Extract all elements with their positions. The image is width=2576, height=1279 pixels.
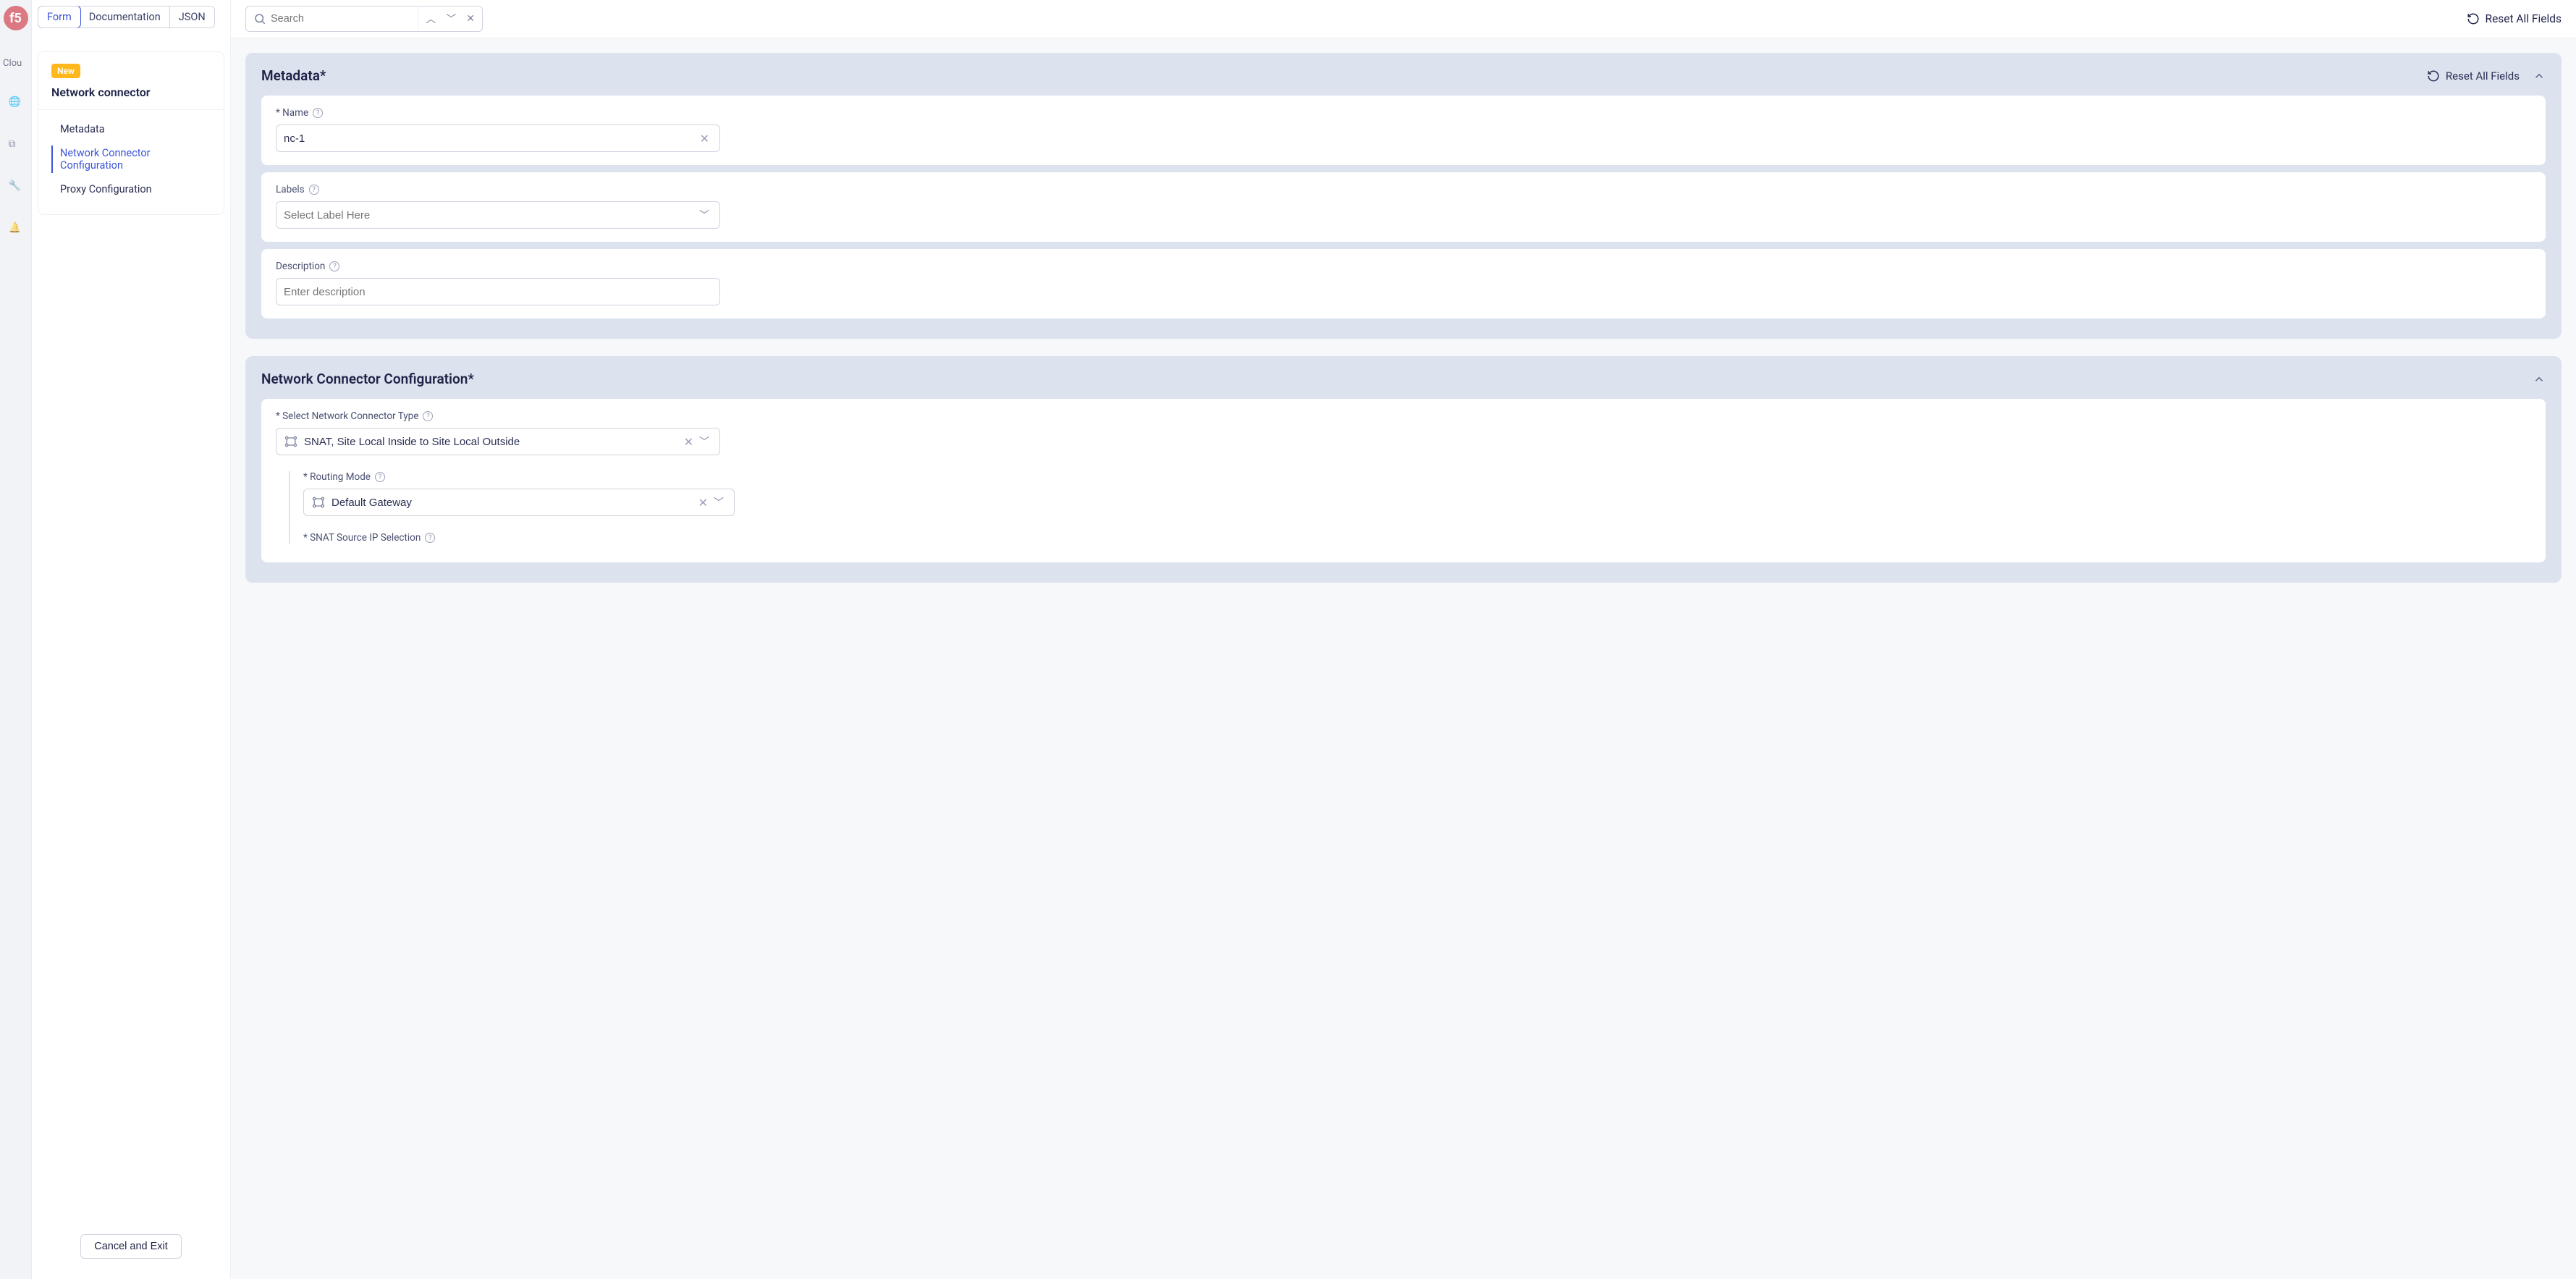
modal-panel: Form Documentation JSON New Network conn…	[32, 0, 2576, 1279]
bg-text: Clou	[0, 58, 31, 69]
clear-icon[interactable]: ✕	[697, 132, 712, 145]
routing-mode-select[interactable]: ✕ ﹀	[303, 489, 735, 516]
tab-form[interactable]: Form	[38, 6, 81, 28]
description-input-wrap[interactable]	[276, 278, 720, 305]
connector-type-label: * Select Network Connector Type ?	[276, 410, 2531, 422]
search-field[interactable]: ︿ ﹀ ✕	[245, 6, 483, 32]
routing-mode-value[interactable]	[331, 497, 696, 509]
left-column: Form Documentation JSON New Network conn…	[32, 0, 231, 1279]
reset-all-fields-metadata[interactable]: Reset All Fields	[2427, 69, 2520, 83]
new-badge: New	[51, 64, 80, 78]
background-app-sidebar: f5 Clou 🌐 ⧉ 🔧 🔔	[0, 0, 32, 1279]
card-description: Description ?	[261, 249, 2546, 318]
chevron-down-icon[interactable]: ﹀	[711, 495, 727, 510]
search-input[interactable]	[271, 13, 418, 25]
clear-icon[interactable]: ✕	[696, 496, 711, 510]
labels-label: Labels ?	[276, 184, 2531, 195]
nav-item-network-connector-configuration[interactable]: Network Connector Configuration	[38, 141, 224, 177]
topbar: ︿ ﹀ ✕ Reset All Fields	[231, 0, 2576, 38]
reset-label: Reset All Fields	[2446, 69, 2520, 83]
name-input-wrap[interactable]: ✕	[276, 124, 720, 152]
snat-source-label: * SNAT Source IP Selection ?	[303, 532, 2531, 544]
routing-mode-label: * Routing Mode ?	[303, 471, 2531, 483]
chevron-up-icon[interactable]	[2533, 373, 2546, 386]
card-labels: Labels ? ﹀	[261, 172, 2546, 242]
name-input[interactable]	[284, 132, 697, 145]
clear-icon[interactable]: ✕	[681, 435, 696, 449]
section-title-metadata: Metadata*	[261, 67, 2427, 84]
nav-item-proxy-configuration[interactable]: Proxy Configuration	[38, 177, 224, 201]
network-icon	[311, 495, 326, 510]
name-label: * Name ?	[276, 107, 2531, 119]
section-nav-card: New Network connector Metadata Network C…	[38, 51, 224, 215]
bell-icon: 🔔	[9, 222, 23, 237]
search-icon	[253, 12, 266, 25]
wrench-icon: 🔧	[9, 180, 23, 195]
binary-icon: ⧉	[9, 138, 23, 153]
description-input[interactable]	[284, 286, 712, 298]
cancel-and-exit-button[interactable]: Cancel and Exit	[80, 1234, 182, 1259]
main-column: ︿ ﹀ ✕ Reset All Fields Metadata*	[231, 0, 2576, 1279]
reset-all-fields-top[interactable]: Reset All Fields	[2467, 12, 2562, 25]
help-icon[interactable]: ?	[375, 472, 385, 482]
tab-json[interactable]: JSON	[170, 7, 214, 28]
labels-select[interactable]: ﹀	[276, 201, 720, 229]
nav-item-metadata[interactable]: Metadata	[38, 117, 224, 141]
content-scroll[interactable]: Metadata* Reset All Fields * Name ?	[231, 38, 2576, 1279]
tab-documentation[interactable]: Documentation	[80, 7, 170, 28]
reset-icon	[2427, 69, 2440, 83]
labels-input[interactable]	[284, 209, 696, 221]
card-name: * Name ? ✕	[261, 96, 2546, 165]
search-close-icon[interactable]: ✕	[463, 12, 478, 26]
help-icon[interactable]: ?	[309, 185, 319, 195]
description-label: Description ?	[276, 261, 2531, 272]
connector-type-select[interactable]: ✕ ﹀	[276, 428, 720, 455]
f5-logo: f5	[4, 6, 28, 30]
card-connector-type: * Select Network Connector Type ? ✕ ﹀	[261, 399, 2546, 562]
help-icon[interactable]: ?	[423, 411, 433, 421]
search-nav-controls: ︿ ﹀ ✕	[418, 7, 482, 31]
nav-divider	[38, 109, 224, 110]
help-icon[interactable]: ?	[313, 108, 323, 118]
nav-title: Network connector	[51, 85, 211, 99]
globe-icon: 🌐	[9, 96, 23, 111]
help-icon[interactable]: ?	[329, 261, 339, 271]
section-ncc: Network Connector Configuration* * Selec…	[245, 356, 2562, 583]
search-next-icon[interactable]: ﹀	[443, 10, 459, 28]
view-tabs: Form Documentation JSON	[32, 0, 230, 34]
left-footer: Cancel and Exit	[32, 1220, 230, 1279]
reset-all-fields-label: Reset All Fields	[2486, 12, 2562, 25]
section-metadata: Metadata* Reset All Fields * Name ?	[245, 53, 2562, 339]
connector-type-value[interactable]	[304, 436, 681, 448]
chevron-down-icon[interactable]: ﹀	[696, 208, 712, 222]
section-title-ncc: Network Connector Configuration*	[261, 371, 2533, 387]
reset-icon	[2467, 12, 2480, 25]
chevron-up-icon[interactable]	[2533, 69, 2546, 83]
search-prev-icon[interactable]: ︿	[423, 10, 439, 28]
nested-routing: * Routing Mode ? ✕ ﹀	[289, 471, 2531, 544]
network-icon	[284, 434, 298, 449]
chevron-down-icon[interactable]: ﹀	[696, 434, 712, 449]
help-icon[interactable]: ?	[425, 533, 435, 543]
